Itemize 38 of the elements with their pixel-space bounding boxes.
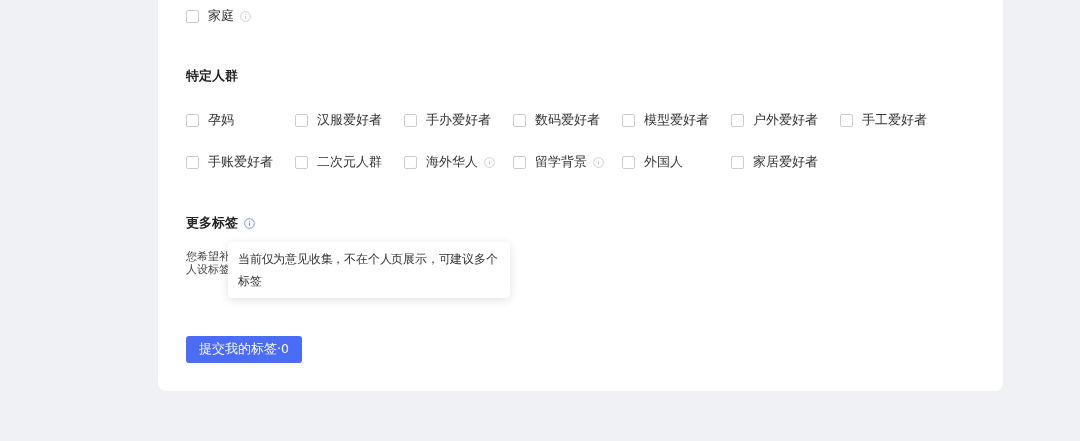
info-icon[interactable]: [484, 156, 495, 168]
option-label[interactable]: 模型爱好者: [644, 111, 709, 129]
option-label[interactable]: 孕妈: [208, 111, 234, 129]
checkbox[interactable]: [295, 113, 308, 127]
option-label[interactable]: 户外爱好者: [753, 111, 818, 129]
checkbox[interactable]: [186, 9, 199, 23]
checkbox[interactable]: [404, 155, 417, 169]
description-text: 人设标签: [186, 263, 230, 276]
option-label[interactable]: 海外华人: [426, 153, 478, 171]
option-label[interactable]: 留学背景: [535, 153, 587, 171]
checkbox[interactable]: [731, 113, 744, 127]
checkbox[interactable]: [731, 155, 744, 169]
checkbox[interactable]: [622, 113, 635, 127]
option-label[interactable]: 外国人: [644, 153, 683, 171]
option-label[interactable]: 汉服爱好者: [317, 111, 382, 129]
submit-button[interactable]: 提交我的标签·0: [186, 336, 302, 363]
option-label[interactable]: 家居爱好者: [753, 153, 818, 171]
info-icon[interactable]: [593, 156, 604, 168]
section-heading: 更多标签: [186, 214, 238, 232]
checkbox[interactable]: [840, 113, 853, 127]
section-heading: 特定人群: [186, 67, 239, 85]
info-icon[interactable]: [244, 217, 255, 229]
info-icon[interactable]: [240, 10, 251, 22]
option-label[interactable]: 二次元人群: [317, 153, 382, 171]
description-text: 您希望补: [186, 250, 230, 263]
checkbox[interactable]: [513, 155, 526, 169]
option-label[interactable]: 手办爱好者: [426, 111, 491, 129]
checkbox[interactable]: [622, 155, 635, 169]
tooltip: 当前仅为意见收集，不在个人页展示，可建议多个标签: [228, 242, 510, 298]
option-label[interactable]: 手账爱好者: [208, 153, 273, 171]
checkbox[interactable]: [186, 113, 199, 127]
option-label[interactable]: 家庭: [208, 7, 234, 25]
checkbox[interactable]: [404, 113, 417, 127]
checkbox[interactable]: [186, 155, 199, 169]
option-label[interactable]: 手工爱好者: [862, 111, 927, 129]
checkbox[interactable]: [513, 113, 526, 127]
option-label[interactable]: 数码爱好者: [535, 111, 600, 129]
checkbox[interactable]: [295, 155, 308, 169]
